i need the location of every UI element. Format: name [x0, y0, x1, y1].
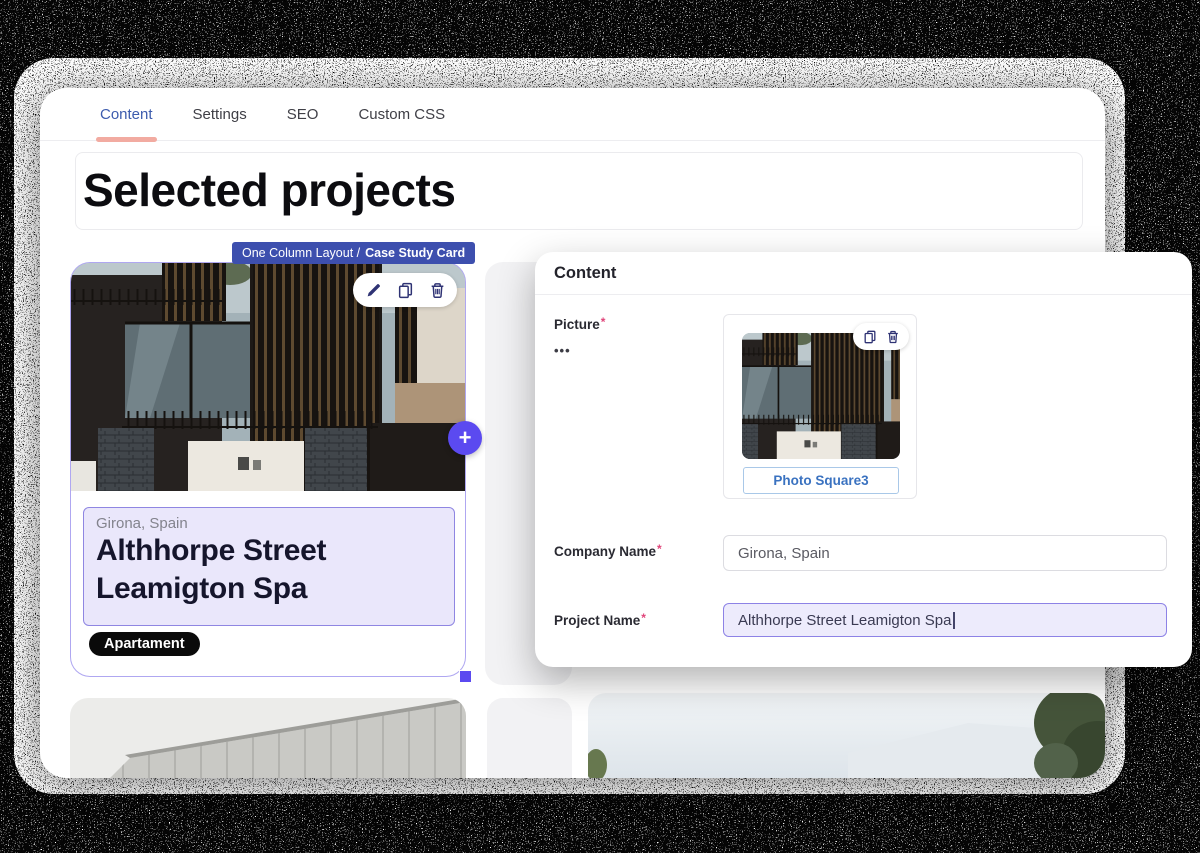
tab-bar: Content Settings SEO Custom CSS	[40, 88, 1105, 141]
photo-name-link[interactable]: Photo Square3	[743, 467, 899, 494]
placeholder-column-bottom	[487, 698, 572, 778]
tab-content-label: Content	[100, 106, 153, 123]
card-tag-badge: Apartament	[89, 632, 200, 656]
tab-seo[interactable]: SEO	[287, 88, 319, 140]
breadcrumb-current: Case Study Card	[365, 246, 465, 260]
project-name-input[interactable]: Althhorpe Street Leamigton Spa	[723, 603, 1167, 637]
project-name-value: Althhorpe Street Leamigton Spa	[738, 612, 951, 629]
breadcrumb-path: One Column Layout /	[242, 246, 360, 260]
tab-settings[interactable]: Settings	[193, 88, 247, 140]
add-block-button[interactable]: +	[448, 421, 482, 455]
screenshot-canvas: Content Settings SEO Custom CSS Selected…	[0, 0, 1200, 853]
dialog-titlebar: Content	[535, 252, 1192, 295]
picture-upload-box: Photo Square3	[723, 314, 917, 499]
resize-handle[interactable]	[459, 670, 472, 683]
card-toolbar	[353, 273, 457, 307]
thumbnail-toolbar	[853, 323, 909, 350]
next-project-photo-right	[588, 693, 1105, 778]
content-dialog: Content Picture* •••	[535, 252, 1192, 667]
active-tab-underline	[96, 137, 157, 142]
duplicate-icon[interactable]	[863, 330, 877, 344]
card-location: Girona, Spain	[96, 515, 442, 532]
company-name-label: Company Name*	[554, 542, 662, 561]
text-cursor	[953, 612, 955, 629]
edit-icon[interactable]	[365, 282, 382, 299]
field-options-icon[interactable]: •••	[554, 343, 578, 358]
picture-field-label: Picture* •••	[554, 315, 605, 358]
page-title: Selected projects	[76, 153, 1082, 218]
required-marker: *	[601, 315, 606, 329]
company-name-value: Girona, Spain	[738, 545, 830, 562]
picture-thumbnail[interactable]	[742, 333, 900, 459]
required-marker: *	[657, 542, 662, 556]
tab-custom-css[interactable]: Custom CSS	[358, 88, 445, 140]
duplicate-icon[interactable]	[397, 282, 414, 299]
next-project-photo	[70, 698, 466, 778]
delete-icon[interactable]	[886, 330, 900, 344]
card-title: Althhorpe Street Leamigton Spa	[96, 532, 442, 608]
case-study-card[interactable]: Girona, Spain Althhorpe Street Leamigton…	[70, 262, 466, 677]
card-text-block[interactable]: Girona, Spain Althhorpe Street Leamigton…	[83, 507, 455, 626]
tab-content[interactable]: Content	[100, 88, 153, 140]
company-name-input[interactable]: Girona, Spain	[723, 535, 1167, 571]
section-heading-block[interactable]: Selected projects	[75, 152, 1083, 230]
breadcrumb-badge[interactable]: One Column Layout / Case Study Card	[232, 242, 475, 264]
project-name-label: Project Name*	[554, 611, 646, 630]
dialog-title: Content	[554, 264, 616, 283]
delete-icon[interactable]	[429, 282, 446, 299]
required-marker: *	[641, 611, 646, 625]
